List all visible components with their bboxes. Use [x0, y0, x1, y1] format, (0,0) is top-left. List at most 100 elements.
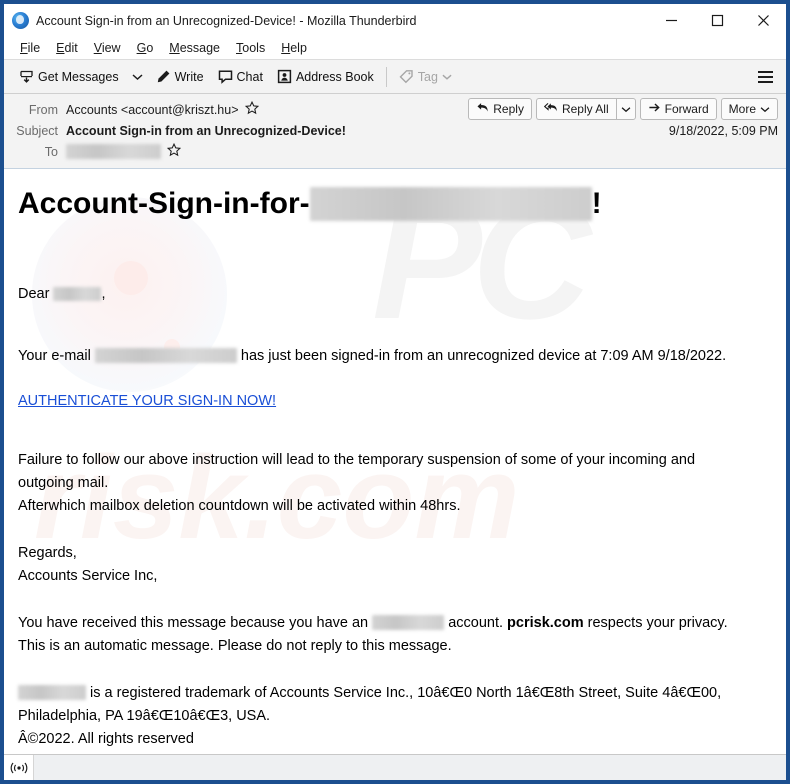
chevron-down-icon	[132, 68, 143, 86]
email-heading-prefix: Account-Sign-in-for-	[18, 187, 310, 220]
reply-all-arrow-icon	[543, 101, 558, 117]
broadcast-signal-icon[interactable]	[4, 755, 34, 780]
notice-suffix: respects your privacy.	[587, 614, 728, 631]
menu-view[interactable]: View	[86, 41, 129, 55]
menu-file-accesskey: F	[20, 41, 28, 55]
menu-file-label: ile	[27, 41, 41, 55]
reply-label: Reply	[493, 102, 524, 116]
signin-notice-line: Your e-mail has just been signed-in from…	[18, 346, 772, 367]
menu-help[interactable]: Help	[273, 41, 315, 55]
menu-help-label: elp	[290, 41, 307, 55]
more-button[interactable]: More	[720, 98, 778, 120]
close-button[interactable]	[740, 4, 786, 37]
greeting-prefix: Dear	[18, 285, 50, 302]
contact-card-icon	[277, 69, 292, 84]
signin-suffix: has just been signed-in from an unrecogn…	[240, 347, 727, 364]
menu-view-label: iew	[101, 41, 121, 55]
get-messages-button[interactable]: Get Messages	[12, 66, 126, 87]
chevron-down-icon	[442, 73, 452, 81]
speech-bubble-icon	[218, 69, 233, 84]
minimize-button[interactable]	[648, 4, 694, 37]
thunderbird-logo-icon	[12, 12, 29, 29]
to-value	[66, 142, 182, 160]
pencil-icon	[156, 69, 171, 84]
forward-label: Forward	[664, 102, 709, 116]
forward-arrow-icon	[648, 101, 661, 117]
menu-edit[interactable]: Edit	[48, 41, 86, 55]
forward-button[interactable]: Forward	[639, 98, 717, 120]
notice-middle: account.	[448, 614, 504, 631]
star-outline-icon[interactable]	[244, 100, 259, 118]
warning-line-3: Afterwhich mailbox deletion countdown wi…	[18, 497, 461, 514]
authenticate-signin-link[interactable]: AUTHENTICATE YOUR SIGN-IN NOW!	[18, 393, 276, 409]
tag-button[interactable]: Tag	[392, 66, 459, 87]
write-button[interactable]: Write	[149, 66, 211, 87]
reply-arrow-icon	[476, 101, 489, 117]
greeting-line: Dear ,	[18, 284, 772, 305]
tag-icon	[399, 69, 414, 84]
reply-all-label: Reply All	[561, 102, 609, 116]
notice-brand: pcrisk.com	[507, 614, 584, 631]
message-actions: Reply Reply All Forward More	[468, 98, 778, 120]
hamburger-menu-icon	[758, 70, 773, 73]
menu-tools-label: ools	[242, 41, 266, 55]
reply-all-split-button: Reply All	[535, 98, 636, 120]
get-messages-dropdown[interactable]	[126, 65, 149, 89]
menu-bar: File Edit View Go Message Tools Help	[4, 37, 786, 60]
app-menu-button[interactable]	[754, 67, 777, 87]
menu-file[interactable]: File	[12, 41, 48, 55]
reply-all-dropdown[interactable]	[615, 98, 636, 120]
download-inbox-icon	[19, 69, 34, 84]
window-controls	[648, 4, 786, 37]
subject-row: Subject Account Sign-in from an Unrecogn…	[4, 120, 786, 141]
chevron-down-icon	[621, 102, 631, 116]
menu-tools[interactable]: Tools	[228, 41, 273, 55]
privacy-notice-line-2: This is an automatic message. Please do …	[18, 637, 452, 654]
signin-prefix: Your e-mail	[18, 347, 91, 364]
thunderbird-window: Account Sign-in from an Unrecognized-Dev…	[0, 0, 790, 784]
to-address-redacted	[66, 144, 161, 159]
toolbar-separator	[385, 66, 387, 87]
menu-view-accesskey: V	[93, 41, 102, 55]
address-book-label: Address Book	[295, 69, 374, 84]
more-label: More	[728, 102, 756, 116]
tag-label: Tag	[417, 69, 438, 84]
privacy-notice-line-1: You have received this message because y…	[18, 613, 772, 634]
from-value: Accounts <account@kriszt.hu>	[66, 100, 259, 118]
chat-button[interactable]: Chat	[211, 66, 270, 87]
reply-button[interactable]: Reply	[468, 98, 532, 120]
star-outline-icon[interactable]	[166, 142, 182, 160]
signin-email-redacted	[94, 348, 237, 364]
email-content: Account-Sign-in-for-! Dear , Your e-mail…	[4, 169, 786, 750]
email-body-pane: PC risk.com Account-Sign-in-for-! Dear ,…	[4, 169, 786, 754]
menu-message[interactable]: Message	[161, 41, 228, 55]
chevron-down-icon	[760, 102, 770, 116]
from-label: From	[28, 102, 58, 117]
regards-line-2: Accounts Service Inc,	[18, 567, 158, 584]
chat-label: Chat	[236, 69, 263, 84]
subject-value: Account Sign-in from an Unrecognized-Dev…	[66, 123, 346, 138]
trademark-text: is a registered trademark of Accounts Se…	[90, 684, 722, 701]
email-heading-redacted	[309, 187, 592, 222]
address-book-button[interactable]: Address Book	[270, 66, 381, 87]
status-bar	[4, 754, 786, 780]
trademark-brand-redacted	[18, 685, 86, 701]
window-title: Account Sign-in from an Unrecognized-Dev…	[36, 13, 417, 28]
email-heading-suffix: !	[591, 187, 602, 220]
get-messages-label: Get Messages	[38, 69, 119, 84]
menu-edit-label: dit	[64, 41, 78, 55]
menu-go-label: o	[146, 41, 154, 55]
to-label: To	[44, 144, 58, 159]
menu-edit-accesskey: E	[56, 41, 65, 55]
regards-line-1: Regards,	[18, 544, 77, 561]
message-date: 9/18/2022, 5:09 PM	[668, 123, 778, 138]
menu-go[interactable]: Go	[129, 41, 162, 55]
greeting-name-redacted	[53, 286, 102, 301]
notice-prefix: You have received this message because y…	[18, 614, 369, 631]
maximize-button[interactable]	[694, 4, 740, 37]
from-address[interactable]: Accounts <account@kriszt.hu>	[66, 103, 239, 117]
reply-all-button[interactable]: Reply All	[535, 98, 616, 120]
main-toolbar: Get Messages Write Chat Address Book Tag	[4, 60, 786, 94]
trademark-line-2: Philadelphia, PA 19â€Œ10â€Œ3, USA.	[18, 707, 271, 724]
email-heading: Account-Sign-in-for-!	[18, 187, 772, 222]
